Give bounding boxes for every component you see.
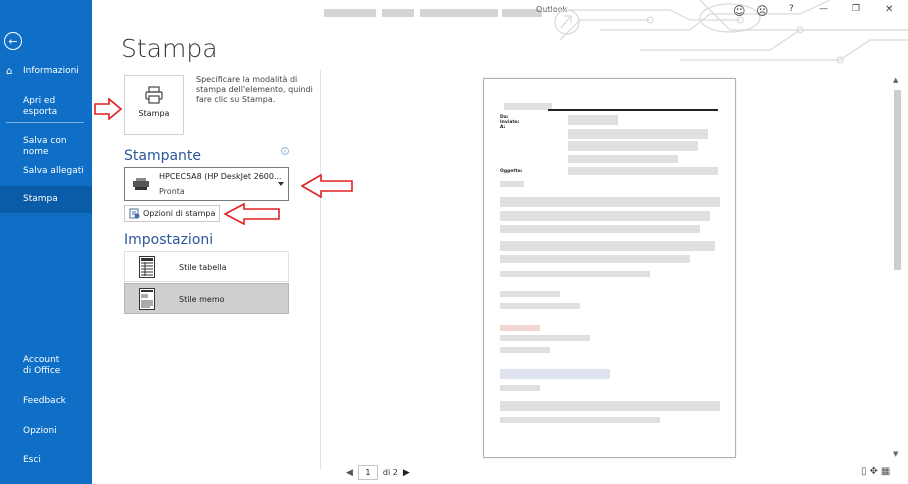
header-rule bbox=[548, 109, 718, 111]
blurred-text bbox=[500, 197, 720, 207]
blurred-text bbox=[500, 335, 590, 341]
blurred-text bbox=[568, 155, 678, 163]
print-options-label: Opzioni di stampa bbox=[143, 209, 216, 218]
sidebar-item-esci[interactable]: Esci bbox=[0, 455, 92, 466]
sidebar-item-label: Account di Office bbox=[23, 355, 61, 376]
backstage-sidebar: ← ⌂ Informazioni Apri ed esporta Salva c… bbox=[0, 0, 92, 484]
blurred-text bbox=[500, 401, 720, 411]
info-icon[interactable]: i bbox=[281, 147, 289, 155]
home-icon: ⌂ bbox=[6, 66, 13, 77]
sidebar-item-feedback[interactable]: Feedback bbox=[0, 396, 92, 407]
sidebar-item-label: Salva allegati bbox=[23, 166, 84, 176]
sidebar-item-label: Opzioni bbox=[23, 426, 57, 436]
memo-style-label: Stile memo bbox=[179, 295, 225, 304]
view-tools: ▯ ✥ ▦ bbox=[861, 466, 890, 477]
sidebar-item-stampa[interactable]: Stampa bbox=[0, 186, 92, 213]
table-style-option[interactable]: Stile tabella bbox=[124, 251, 289, 282]
subject-field-label: Oggetto: bbox=[500, 169, 523, 174]
blurred-text bbox=[500, 347, 550, 353]
preview-scrollbar[interactable]: ▲ ▼ bbox=[891, 76, 903, 461]
scroll-up-icon[interactable]: ▲ bbox=[893, 76, 898, 84]
sidebar-item-label: Salva con nome bbox=[23, 136, 67, 157]
printer-heading: Stampante bbox=[124, 148, 202, 164]
frown-feedback-button[interactable]: ☹ bbox=[756, 4, 769, 18]
annotation-arrow-print-options bbox=[224, 203, 280, 225]
sidebar-item-account[interactable]: Account di Office bbox=[0, 355, 70, 377]
blurred-text bbox=[500, 303, 580, 309]
blurred-text bbox=[500, 211, 710, 221]
settings-heading: Impostazioni bbox=[124, 232, 214, 248]
blurred-text bbox=[568, 167, 718, 175]
chevron-down-icon bbox=[278, 182, 284, 186]
panel-divider bbox=[320, 70, 321, 470]
print-options-button[interactable]: Opzioni di stampa bbox=[124, 205, 220, 222]
page-navigator: ◀ 1 di 2 ▶ bbox=[346, 465, 410, 480]
page-number-input[interactable]: 1 bbox=[357, 465, 378, 480]
print-description: Specificare la modalità di stampa dell'e… bbox=[196, 75, 313, 104]
print-options-icon bbox=[129, 208, 140, 219]
sidebar-item-label: Apri ed esporta bbox=[23, 96, 58, 117]
smile-feedback-button[interactable]: ☺ bbox=[733, 4, 746, 18]
restore-button[interactable]: ❐ bbox=[852, 4, 860, 14]
sidebar-item-label: Informazioni bbox=[23, 66, 79, 76]
blurred-text bbox=[500, 369, 610, 379]
close-button[interactable]: ✕ bbox=[885, 4, 893, 15]
memo-style-option[interactable]: Stile memo bbox=[124, 283, 289, 314]
blurred-text bbox=[500, 255, 690, 263]
blurred-text bbox=[568, 115, 618, 125]
printer-dropdown[interactable]: HPCEC5A8 (HP DeskJet 2600... Pronta bbox=[124, 167, 289, 201]
blurred-text bbox=[500, 225, 700, 233]
zoom-icon[interactable]: ✥ bbox=[870, 466, 878, 477]
sidebar-divider bbox=[6, 122, 84, 123]
to-field-label: A: bbox=[500, 125, 506, 130]
minimize-button[interactable]: — bbox=[819, 4, 828, 14]
blurred-text bbox=[504, 103, 552, 110]
memo-style-icon bbox=[139, 288, 155, 310]
sidebar-item-informazioni[interactable]: ⌂ Informazioni bbox=[0, 66, 92, 77]
back-arrow-icon[interactable]: ← bbox=[4, 32, 22, 50]
blurred-text bbox=[500, 291, 560, 297]
blurred-text bbox=[500, 325, 540, 331]
annotation-arrow-printer bbox=[301, 174, 353, 198]
blurred-title-segment bbox=[324, 9, 376, 17]
blurred-text bbox=[500, 241, 715, 251]
multiple-pages-icon[interactable]: ▦ bbox=[881, 466, 890, 477]
next-page-icon[interactable]: ▶ bbox=[403, 468, 410, 478]
table-style-icon bbox=[139, 256, 155, 278]
annotation-arrow-print bbox=[94, 98, 122, 120]
blurred-title-segment bbox=[382, 9, 414, 17]
blurred-text bbox=[500, 271, 650, 277]
printer-name: HPCEC5A8 (HP DeskJet 2600... bbox=[159, 172, 282, 181]
table-style-label: Stile tabella bbox=[179, 263, 227, 272]
printer-icon bbox=[145, 86, 163, 104]
sidebar-item-salva-nome[interactable]: Salva con nome bbox=[0, 136, 92, 158]
printer-status: Pronta bbox=[159, 187, 185, 196]
blurred-text bbox=[568, 129, 708, 139]
print-button-label: Stampa bbox=[138, 109, 170, 118]
print-preview-page: Da: Inviato: A: Oggetto: bbox=[483, 78, 736, 458]
blurred-text bbox=[500, 385, 540, 391]
blurred-title-segment bbox=[420, 9, 498, 17]
previous-page-icon[interactable]: ◀ bbox=[346, 468, 353, 478]
actual-size-icon[interactable]: ▯ bbox=[861, 466, 867, 477]
page-count-label: di 2 bbox=[382, 468, 398, 477]
help-button[interactable]: ? bbox=[789, 4, 794, 14]
page-title: Stampa bbox=[121, 34, 218, 63]
printer-device-icon bbox=[133, 178, 149, 190]
sidebar-item-apri-esporta[interactable]: Apri ed esporta bbox=[0, 96, 92, 118]
sidebar-item-label: Esci bbox=[23, 455, 41, 465]
blurred-text bbox=[500, 417, 660, 423]
print-button[interactable]: Stampa bbox=[124, 75, 184, 135]
blurred-text bbox=[500, 181, 524, 187]
scroll-thumb[interactable] bbox=[894, 90, 901, 270]
sidebar-item-label: Feedback bbox=[23, 396, 66, 406]
sidebar-item-salva-allegati[interactable]: Salva allegati bbox=[0, 166, 92, 177]
sidebar-item-label: Stampa bbox=[23, 194, 58, 204]
sidebar-item-opzioni[interactable]: Opzioni bbox=[0, 426, 92, 437]
blurred-text bbox=[568, 141, 698, 151]
scroll-down-icon[interactable]: ▼ bbox=[893, 450, 898, 458]
